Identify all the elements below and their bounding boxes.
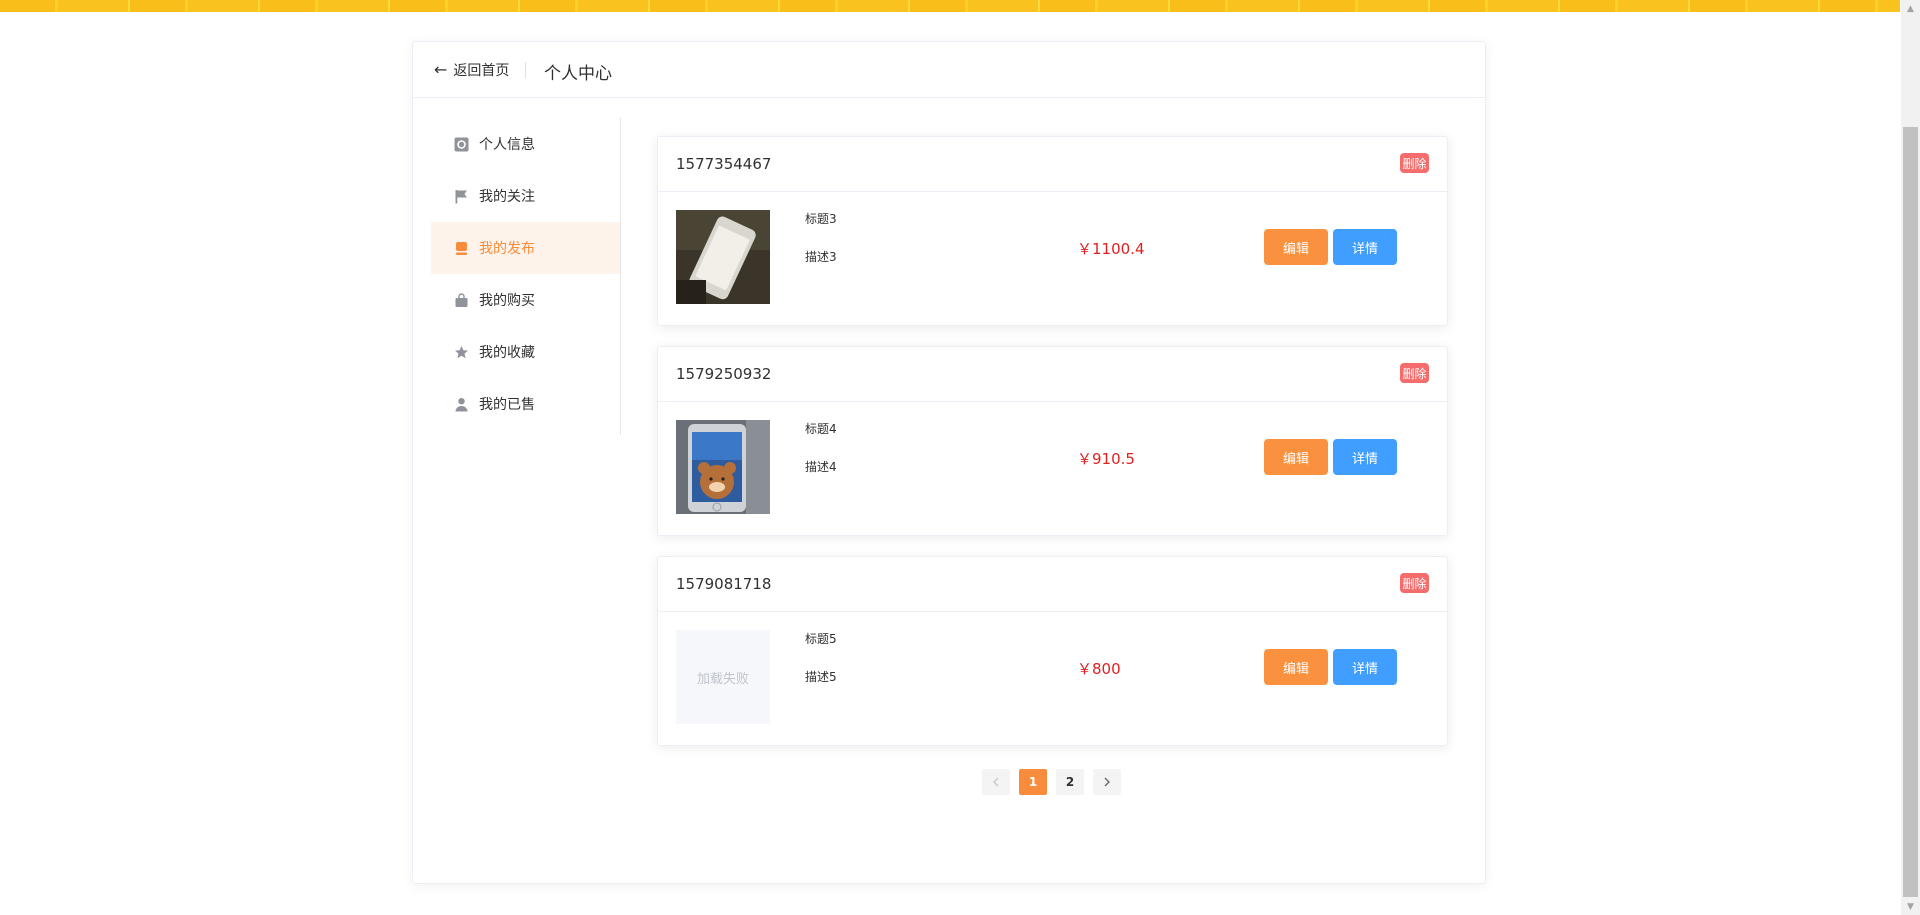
product-price: ￥910.5 [1077, 450, 1135, 468]
publish-icon [453, 240, 469, 256]
product-id: 1577354467 [676, 155, 772, 173]
detail-button[interactable]: 详情 [1333, 649, 1397, 685]
product-card: 1579250932 删除 标题4 描述4 ￥910.5 编辑 详情 [657, 346, 1448, 536]
delete-button[interactable]: 删除 [1400, 363, 1429, 383]
card-header: ← 返回首页 个人中心 [413, 42, 1485, 98]
product-title: 标题5 [805, 632, 837, 646]
user-icon [453, 396, 469, 412]
delete-button[interactable]: 删除 [1400, 153, 1429, 173]
scroll-down-arrow[interactable]: ▼ [1901, 898, 1920, 915]
product-id: 1579081718 [676, 575, 772, 593]
product-card-header: 1579081718 删除 [658, 557, 1447, 612]
product-description: 描述4 [805, 460, 837, 474]
sidebar-item-label: 我的购买 [479, 293, 535, 309]
chevron-right-icon [1104, 777, 1110, 787]
sidebar-menu: 个人信息 我的关注 我的发布 我的购买 我的收藏 我的已售 [431, 118, 621, 435]
sidebar-item-label: 我的已售 [479, 397, 535, 413]
sidebar-item-label: 我的发布 [479, 241, 535, 257]
sidebar-item-profile[interactable]: 个人信息 [431, 118, 620, 170]
delete-button[interactable]: 删除 [1400, 573, 1429, 593]
product-title: 标题4 [805, 422, 837, 436]
product-image[interactable] [676, 210, 770, 304]
back-home-label: 返回首页 [453, 63, 510, 79]
chevron-left-icon [993, 777, 999, 787]
edit-button[interactable]: 编辑 [1264, 649, 1328, 685]
edit-button[interactable]: 编辑 [1264, 229, 1328, 265]
page-title: 个人中心 [544, 64, 612, 84]
sidebar-item-favorites[interactable]: 我的收藏 [431, 326, 620, 378]
page-scrollbar[interactable]: ▲ ▼ [1901, 0, 1920, 915]
product-id: 1579250932 [676, 365, 772, 383]
detail-button[interactable]: 详情 [1333, 439, 1397, 475]
sidebar-item-following[interactable]: 我的关注 [431, 170, 620, 222]
product-title: 标题3 [805, 212, 837, 226]
scroll-up-arrow[interactable]: ▲ [1901, 0, 1920, 17]
product-card-header: 1579250932 删除 [658, 347, 1447, 402]
header-divider [525, 62, 526, 78]
detail-button[interactable]: 详情 [1333, 229, 1397, 265]
bag-icon [453, 292, 469, 308]
product-image-placeholder: 加载失败 [676, 630, 770, 724]
back-home-link[interactable]: ← 返回首页 [434, 60, 509, 80]
flag-icon [453, 188, 469, 204]
product-price: ￥800 [1077, 660, 1121, 678]
sidebar-item-label: 个人信息 [479, 137, 535, 153]
sidebar-item-label: 我的关注 [479, 189, 535, 205]
sidebar-item-label: 我的收藏 [479, 345, 535, 361]
page-button-2[interactable]: 2 [1056, 769, 1084, 795]
product-price: ￥1100.4 [1077, 240, 1145, 258]
sidebar-item-sold[interactable]: 我的已售 [431, 378, 620, 430]
star-icon [453, 344, 469, 360]
top-decorative-stripe [0, 0, 1900, 12]
product-card: 1577354467 删除 标题3 描述3 ￥1100.4 编辑 详情 [657, 136, 1448, 326]
arrow-left-icon: ← [434, 60, 448, 79]
sidebar-item-purchases[interactable]: 我的购买 [431, 274, 620, 326]
personal-center-card: ← 返回首页 个人中心 个人信息 我的关注 我的发布 我的购买 我的收藏 我的已… [412, 41, 1486, 884]
prev-page-button[interactable] [982, 769, 1010, 795]
page-button-1[interactable]: 1 [1019, 769, 1047, 795]
profile-icon [453, 136, 469, 152]
product-description: 描述5 [805, 670, 837, 684]
next-page-button[interactable] [1093, 769, 1121, 795]
product-description: 描述3 [805, 250, 837, 264]
scrollbar-thumb[interactable] [1903, 127, 1918, 897]
product-card-header: 1577354467 删除 [658, 137, 1447, 192]
product-card: 1579081718 删除 加载失败 标题5 描述5 ￥800 编辑 详情 [657, 556, 1448, 746]
product-image[interactable] [676, 420, 770, 514]
edit-button[interactable]: 编辑 [1264, 439, 1328, 475]
sidebar-item-my-posts[interactable]: 我的发布 [431, 222, 620, 274]
